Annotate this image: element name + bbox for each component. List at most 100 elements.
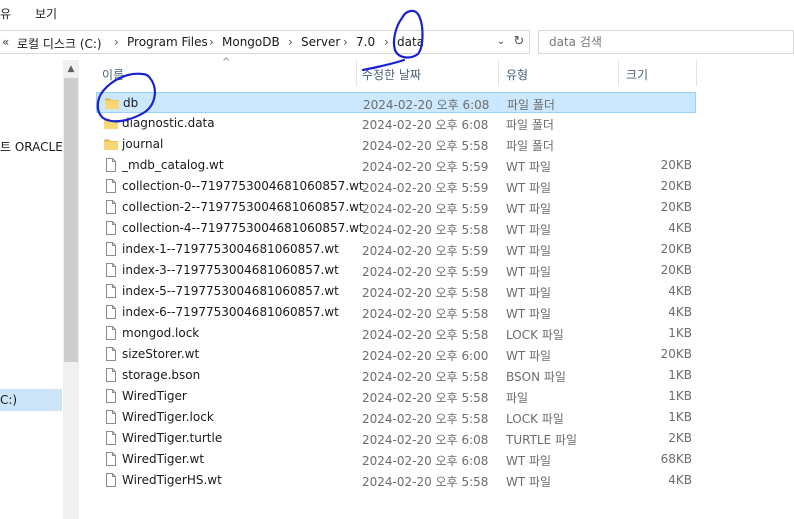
file-row[interactable]: mongod.lock 2024-02-20 오후 5:58 LOCK 파일 1KB <box>96 323 696 344</box>
nav-scrollbar[interactable]: ▲ <box>63 60 79 519</box>
file-size: 20KB <box>660 347 692 361</box>
refresh-icon[interactable]: ↻ <box>510 33 528 51</box>
file-type: WT 파일 <box>506 181 552 195</box>
nav-item-oracle[interactable]: 트 ORACLE <box>0 138 62 155</box>
file-date: 2024-02-20 오후 5:58 <box>362 412 489 426</box>
column-divider[interactable] <box>356 60 357 86</box>
breadcrumb-mongodb[interactable]: MongoDB <box>222 35 280 49</box>
file-type: BSON 파일 <box>506 370 566 384</box>
search-box[interactable] <box>538 30 794 54</box>
address-bar[interactable]: « 로컬 디스크 (C:) › Program Files › MongoDB … <box>0 30 530 54</box>
file-date: 2024-02-20 오후 6:00 <box>362 349 489 363</box>
breadcrumb-server[interactable]: Server <box>301 35 340 49</box>
menu-item-share[interactable]: 유 <box>0 5 11 22</box>
column-header-type[interactable]: 유형 <box>506 66 528 83</box>
column-divider[interactable] <box>498 60 499 86</box>
breadcrumb-data[interactable]: data <box>397 35 424 49</box>
file-row[interactable]: _mdb_catalog.wt 2024-02-20 오후 5:59 WT 파일 20… <box>96 155 696 176</box>
file-row[interactable]: collection-4--7197753004681060857.wt 2024… <box>96 218 696 239</box>
file-icon <box>103 388 119 404</box>
scroll-up-arrow-icon[interactable]: ▲ <box>63 62 79 76</box>
folder-icon <box>103 115 119 131</box>
file-icon <box>103 241 119 257</box>
file-date: 2024-02-20 오후 5:58 <box>362 370 489 384</box>
column-header-size[interactable]: 크기 <box>626 66 648 83</box>
file-row[interactable]: WiredTiger.wt 2024-02-20 오후 6:08 WT 파일 68KB <box>96 449 696 470</box>
breadcrumb-chevron-icon[interactable]: › <box>114 35 119 49</box>
breadcrumb-program-files[interactable]: Program Files <box>127 35 208 49</box>
file-size: 4KB <box>668 305 692 319</box>
column-header-name[interactable]: 이름 <box>102 66 124 83</box>
file-type: 파일 <box>506 391 529 405</box>
file-type: WT 파일 <box>506 286 552 300</box>
file-row[interactable]: index-5--7197753004681060857.wt 2024-02-2… <box>96 281 696 302</box>
file-size: 20KB <box>660 158 692 172</box>
breadcrumb-chevron-icon[interactable]: › <box>384 35 389 49</box>
file-icon <box>103 430 119 446</box>
file-row[interactable]: diagnostic.data 2024-02-20 오후 6:08 파일 폴더 <box>96 113 696 134</box>
file-row[interactable]: WiredTiger 2024-02-20 오후 5:58 파일 1KB <box>96 386 696 407</box>
file-date: 2024-02-20 오후 5:59 <box>362 202 489 216</box>
file-size: 20KB <box>660 242 692 256</box>
file-row[interactable]: journal 2024-02-20 오후 5:58 파일 폴더 <box>96 134 696 155</box>
file-date: 2024-02-20 오후 5:58 <box>362 223 489 237</box>
file-name: collection-2--7197753004681060857.wt <box>122 200 364 214</box>
breadcrumb-overflow[interactable]: « <box>2 35 9 49</box>
scrollbar-thumb[interactable] <box>64 78 78 362</box>
file-type: WT 파일 <box>506 223 552 237</box>
file-size: 1KB <box>668 368 692 382</box>
file-size: 4KB <box>668 473 692 487</box>
file-row[interactable]: index-6--7197753004681060857.wt 2024-02-2… <box>96 302 696 323</box>
file-row[interactable]: storage.bson 2024-02-20 오후 5:58 BSON 파일 1KB <box>96 365 696 386</box>
folder-icon <box>104 95 120 111</box>
breadcrumb-chevron-icon[interactable]: › <box>343 35 348 49</box>
file-date: 2024-02-20 오후 6:08 <box>362 433 489 447</box>
file-row[interactable]: collection-0--7197753004681060857.wt 2024… <box>96 176 696 197</box>
column-header-row: 이름 ^ 수정한 날짜 유형 크기 <box>92 57 794 86</box>
file-name: index-3--7197753004681060857.wt <box>122 263 339 277</box>
file-row[interactable]: WiredTigerHS.wt 2024-02-20 오후 5:58 WT 파일 4K… <box>96 470 696 491</box>
file-row[interactable]: collection-2--7197753004681060857.wt 2024… <box>96 197 696 218</box>
file-icon <box>103 199 119 215</box>
menu-item-view[interactable]: 보기 <box>35 5 57 22</box>
breadcrumb-version[interactable]: 7.0 <box>356 35 375 49</box>
file-name: collection-4--7197753004681060857.wt <box>122 221 364 235</box>
chevron-down-icon[interactable]: ⌄ <box>494 34 508 50</box>
nav-item-selected-drive[interactable]: C:) <box>0 389 62 411</box>
column-divider[interactable] <box>696 60 697 86</box>
breadcrumb-chevron-icon[interactable]: › <box>209 35 214 49</box>
file-type: LOCK 파일 <box>506 328 564 342</box>
search-input[interactable] <box>549 34 779 50</box>
file-row[interactable]: index-3--7197753004681060857.wt 2024-02-2… <box>96 260 696 281</box>
file-type: WT 파일 <box>506 202 552 216</box>
file-size: 1KB <box>668 389 692 403</box>
file-type: 파일 폴더 <box>507 98 555 112</box>
file-icon <box>103 409 119 425</box>
file-size: 1KB <box>668 326 692 340</box>
file-name: index-6--7197753004681060857.wt <box>122 305 339 319</box>
file-row[interactable]: db 2024-02-20 오후 6:08 파일 폴더 <box>96 92 696 113</box>
column-header-date[interactable]: 수정한 날짜 <box>362 66 421 83</box>
file-size: 68KB <box>660 452 692 466</box>
column-divider[interactable] <box>618 60 619 86</box>
file-row[interactable]: sizeStorer.wt 2024-02-20 오후 6:00 WT 파일 20KB <box>96 344 696 365</box>
file-date: 2024-02-20 오후 5:58 <box>362 391 489 405</box>
file-type: WT 파일 <box>506 160 552 174</box>
file-size: 20KB <box>660 179 692 193</box>
file-row[interactable]: WiredTiger.lock 2024-02-20 오후 5:58 LOCK 파일… <box>96 407 696 428</box>
breadcrumb-chevron-icon[interactable]: › <box>288 35 293 49</box>
file-row[interactable]: index-1--7197753004681060857.wt 2024-02-2… <box>96 239 696 260</box>
file-name: diagnostic.data <box>122 116 215 130</box>
sort-ascending-icon: ^ <box>222 57 231 68</box>
file-date: 2024-02-20 오후 5:58 <box>362 328 489 342</box>
file-icon <box>103 283 119 299</box>
file-date: 2024-02-20 오후 5:58 <box>362 475 489 489</box>
file-name: WiredTiger <box>122 389 187 403</box>
menu-bar: 유 보기 <box>0 0 794 26</box>
file-row[interactable]: WiredTiger.turtle 2024-02-20 오후 6:08 TURTL… <box>96 428 696 449</box>
file-name: journal <box>122 137 164 151</box>
breadcrumb-local-disk[interactable]: 로컬 디스크 (C:) <box>17 35 102 52</box>
file-date: 2024-02-20 오후 5:58 <box>362 286 489 300</box>
file-name: WiredTiger.wt <box>122 452 205 466</box>
file-name: db <box>123 96 139 110</box>
